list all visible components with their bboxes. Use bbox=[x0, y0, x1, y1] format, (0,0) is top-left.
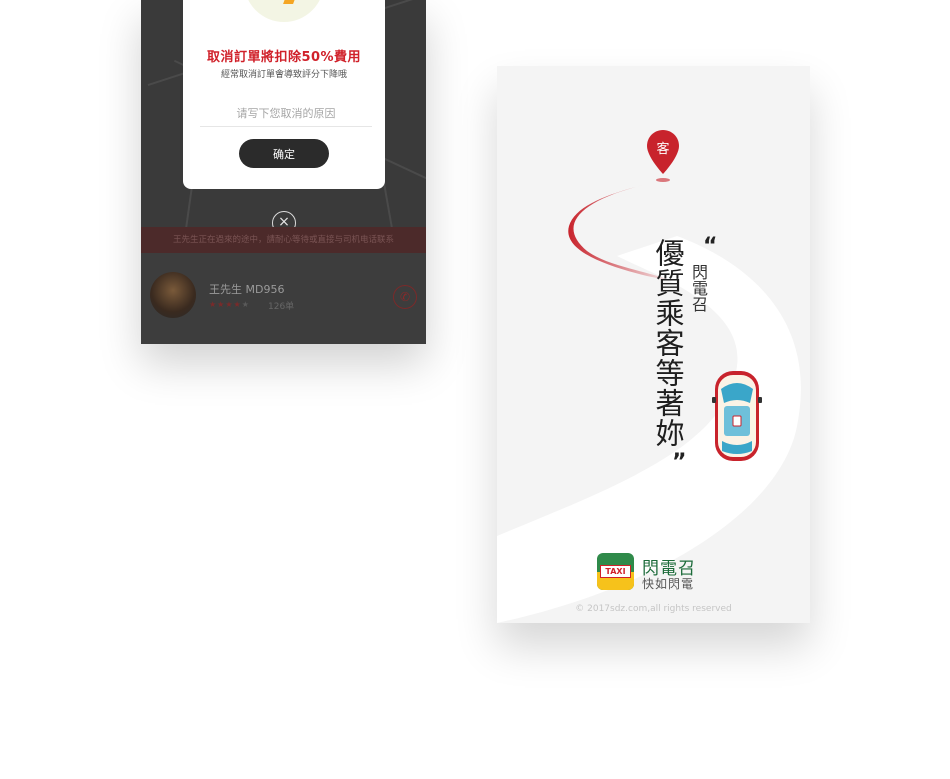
cancel-dialog: 取消訂單將扣除50%費用 經常取消訂單會導致評分下降哦 确定 bbox=[183, 0, 385, 189]
star-empty-icon: ★ bbox=[241, 300, 250, 309]
avatar bbox=[150, 272, 196, 318]
quote-close: ” bbox=[672, 450, 687, 475]
brand-logo: TAXI bbox=[597, 553, 634, 590]
slogan: 優質乘客等著妳 bbox=[651, 238, 685, 448]
copyright: © 2017sdz.com,all rights reserved bbox=[575, 604, 732, 614]
warning-icon bbox=[244, 0, 324, 22]
cancel-reason-input[interactable] bbox=[200, 100, 372, 127]
star-filled-icon: ★★★★ bbox=[209, 300, 242, 309]
pin-label: 客 bbox=[656, 142, 670, 157]
driver-name: 王先生 MD956 bbox=[209, 283, 285, 296]
taxi-logo-text: TAXI bbox=[600, 565, 631, 578]
confirm-button[interactable]: 确定 bbox=[239, 139, 329, 168]
notice-bar: 王先生正在過來的途中，請耐心等待或直接与司机电话联系 bbox=[141, 227, 426, 253]
taxi-car-icon bbox=[712, 371, 762, 461]
slogan-brand: 閃電召 bbox=[689, 264, 708, 312]
passenger-pin-icon: 客 bbox=[647, 130, 679, 180]
dialog-title: 取消訂單將扣除50%費用 bbox=[206, 50, 362, 65]
brand-tagline: 快如閃電 bbox=[642, 577, 695, 591]
quote-open: “ bbox=[703, 234, 718, 259]
driver-card: 王先生 MD956 ★★★★★ 126单 ✆ bbox=[141, 253, 426, 344]
dialog-subtitle: 經常取消訂單會導致評分下降哦 bbox=[220, 70, 347, 80]
driver-rating: ★★★★★ bbox=[209, 300, 250, 309]
phone-icon[interactable]: ✆ bbox=[393, 285, 417, 309]
driver-orders: 126单 bbox=[268, 302, 295, 312]
splash-screen: 客 “ 優質乘客等著妳 閃電召 ” TAXI 閃電召 快如閃電 © 2017sd… bbox=[497, 66, 810, 623]
cancel-order-screen: 取消訂單將扣除50%費用 經常取消訂單會導致評分下降哦 确定 × 王先生正在過來… bbox=[141, 0, 426, 344]
